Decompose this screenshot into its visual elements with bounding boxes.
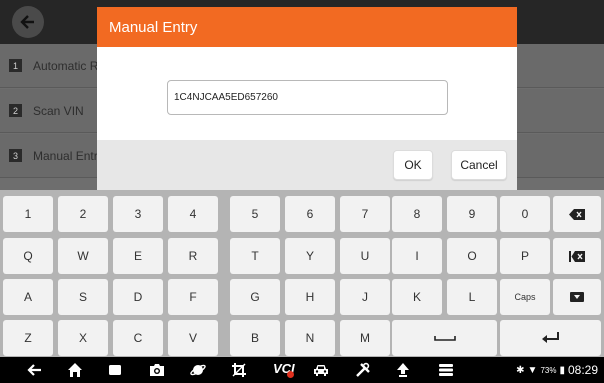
keyboard-hide-icon	[570, 292, 584, 302]
screenshot-button[interactable]	[230, 361, 248, 379]
row-label: Manual Entry	[33, 148, 104, 163]
hide-keyboard-key[interactable]	[553, 279, 601, 315]
car-icon	[314, 365, 328, 376]
key[interactable]: 5	[230, 196, 280, 232]
recent-apps-icon	[109, 365, 121, 375]
key[interactable]: K	[392, 279, 442, 315]
camera-button[interactable]	[148, 361, 166, 379]
back-arrow-icon	[27, 364, 41, 376]
space-icon	[433, 336, 456, 341]
key[interactable]: C	[113, 320, 163, 356]
home-icon	[68, 363, 82, 377]
key[interactable]: 7	[340, 196, 390, 232]
vehicle-button[interactable]	[312, 361, 330, 379]
enter-icon	[541, 332, 559, 343]
row-label: Scan VIN	[33, 103, 84, 118]
row-number: 2	[9, 104, 22, 117]
delete-key[interactable]	[553, 238, 601, 274]
key[interactable]: B	[230, 320, 280, 356]
space-key[interactable]	[392, 320, 497, 356]
key[interactable]: W	[58, 238, 108, 274]
enter-key[interactable]	[500, 320, 601, 356]
key[interactable]: T	[230, 238, 280, 274]
key[interactable]: 2	[58, 196, 108, 232]
battery-percent: 73%	[540, 365, 557, 375]
key[interactable]: N	[285, 320, 335, 356]
key[interactable]: G	[230, 279, 280, 315]
key[interactable]: M	[340, 320, 390, 356]
wifi-icon: ▼	[527, 364, 538, 376]
key[interactable]: 1	[3, 196, 53, 232]
backspace-key[interactable]	[553, 196, 601, 232]
camera-icon	[150, 364, 164, 376]
nav-back-button[interactable]	[26, 361, 44, 379]
key[interactable]: D	[113, 279, 163, 315]
key[interactable]: O	[447, 238, 497, 274]
clock: 08:29	[567, 363, 598, 377]
dialog-footer: OK Cancel	[97, 140, 517, 190]
key[interactable]: F	[168, 279, 218, 315]
vin-input[interactable]	[167, 80, 448, 115]
upload-arrow-icon	[397, 363, 409, 377]
ok-button[interactable]: OK	[393, 150, 433, 180]
key[interactable]: E	[113, 238, 163, 274]
menu-button[interactable]	[437, 361, 455, 379]
home-button[interactable]	[66, 361, 84, 379]
backspace-icon	[569, 208, 585, 220]
key[interactable]: P	[500, 238, 550, 274]
key[interactable]: X	[58, 320, 108, 356]
browser-button[interactable]	[189, 361, 207, 379]
key[interactable]: R	[168, 238, 218, 274]
status-area: ✱ ▼ 73% ▮ 08:29	[516, 363, 598, 377]
key[interactable]: U	[340, 238, 390, 274]
navigation-bar: VCI ✱ ▼ 73% ▮ 08:29	[0, 357, 604, 383]
update-button[interactable]	[394, 361, 412, 379]
cancel-button[interactable]: Cancel	[451, 150, 507, 180]
key[interactable]: Q	[3, 238, 53, 274]
key[interactable]: I	[392, 238, 442, 274]
row-number: 3	[9, 149, 22, 162]
caps-key[interactable]: Caps	[500, 279, 550, 315]
key[interactable]: Z	[3, 320, 53, 356]
list-menu-icon	[439, 364, 453, 376]
key[interactable]: 0	[500, 196, 550, 232]
battery-icon: ▮	[559, 364, 565, 376]
tools-icon	[356, 362, 370, 377]
key[interactable]: A	[3, 279, 53, 315]
tools-button[interactable]	[354, 361, 372, 379]
back-button[interactable]	[12, 6, 44, 38]
key[interactable]: V	[168, 320, 218, 356]
row-number: 1	[9, 59, 22, 72]
key[interactable]: 4	[168, 196, 218, 232]
row-label: Automatic Re	[33, 58, 106, 73]
key[interactable]: Y	[285, 238, 335, 274]
key[interactable]: S	[58, 279, 108, 315]
key[interactable]: L	[447, 279, 497, 315]
manual-entry-dialog: Manual Entry OK Cancel	[97, 7, 517, 190]
on-screen-keyboard: 1 2 3 4 5 6 7 8 9 0 Q W E R T Y U I O P …	[0, 190, 604, 357]
vci-status-dot	[287, 371, 294, 378]
dialog-title: Manual Entry	[97, 7, 517, 47]
key[interactable]: 8	[392, 196, 442, 232]
bluetooth-icon: ✱	[516, 364, 525, 376]
key[interactable]: 9	[447, 196, 497, 232]
key[interactable]: J	[340, 279, 390, 315]
arrow-left-icon	[20, 15, 34, 29]
key[interactable]: H	[285, 279, 335, 315]
recent-apps-button[interactable]	[106, 361, 124, 379]
planet-icon	[190, 364, 206, 376]
delete-icon	[569, 250, 585, 262]
key[interactable]: 3	[113, 196, 163, 232]
key[interactable]: 6	[285, 196, 335, 232]
crop-icon	[232, 363, 246, 377]
